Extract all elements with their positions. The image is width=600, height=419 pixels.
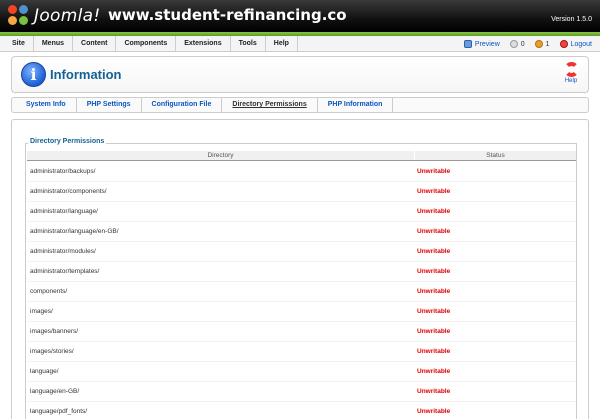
status-cell: Unwritable xyxy=(417,168,451,175)
users-link[interactable]: 1 xyxy=(534,40,550,48)
messages-link[interactable]: 0 xyxy=(509,40,525,48)
directory-cell: administrator/modules/ xyxy=(30,248,96,255)
menu-menus[interactable]: Menus xyxy=(34,36,74,52)
preview-icon xyxy=(463,40,472,48)
menu-extensions[interactable]: Extensions xyxy=(176,36,231,52)
directory-cell: images/banners/ xyxy=(30,328,79,335)
preview-label: Preview xyxy=(474,40,500,48)
tab-php-settings[interactable]: PHP Settings xyxy=(77,98,142,112)
table-row: images/banners/Unwritable xyxy=(27,322,576,342)
logout-icon xyxy=(559,40,568,48)
status-menu: Preview 0 1 Logout xyxy=(454,36,592,52)
table-row: language/Unwritable xyxy=(27,362,576,382)
directory-cell: administrator/components/ xyxy=(30,188,107,195)
table-row: images/Unwritable xyxy=(27,302,576,322)
joomla-logo-icon xyxy=(8,5,30,27)
site-name: www.student-refinancing.co xyxy=(108,6,347,24)
status-cell: Unwritable xyxy=(417,248,451,255)
users-count: 1 xyxy=(545,40,550,48)
information-icon: i xyxy=(21,62,46,87)
directory-cell: administrator/backups/ xyxy=(30,168,96,175)
status-cell: Unwritable xyxy=(417,368,451,375)
menu-content[interactable]: Content xyxy=(73,36,117,52)
tab-system-info[interactable]: System Info xyxy=(16,98,77,112)
tab-directory-permissions[interactable]: Directory Permissions xyxy=(222,98,318,112)
status-cell: Unwritable xyxy=(417,388,451,395)
status-cell: Unwritable xyxy=(417,188,451,195)
logout-label: Logout xyxy=(570,40,592,48)
directory-cell: administrator/language/ xyxy=(30,208,98,215)
lifebuoy-icon xyxy=(563,62,579,77)
status-cell: Unwritable xyxy=(417,228,451,235)
directory-cell: language/ xyxy=(30,368,59,375)
menu-help[interactable]: Help xyxy=(266,36,298,52)
help-label: Help xyxy=(564,78,578,84)
menu-site[interactable]: Site xyxy=(3,36,34,52)
status-cell: Unwritable xyxy=(417,208,451,215)
permissions-table-body: administrator/backups/Unwritable administ… xyxy=(27,162,576,419)
table-row: administrator/backups/Unwritable xyxy=(27,162,576,182)
permissions-legend: Directory Permissions xyxy=(28,138,107,145)
admin-header: Joomla! www.student-refinancing.co Versi… xyxy=(0,0,600,32)
table-row: administrator/language/en-GB/Unwritable xyxy=(27,222,576,242)
logout-link[interactable]: Logout xyxy=(559,40,592,48)
page-title: Information xyxy=(50,67,122,82)
messages-icon xyxy=(509,40,518,48)
status-cell: Unwritable xyxy=(417,308,451,315)
menu-components[interactable]: Components xyxy=(116,36,177,52)
toolbar: i Information Help xyxy=(11,56,589,93)
help-button[interactable]: Help xyxy=(563,62,579,84)
tab-php-information[interactable]: PHP Information xyxy=(318,98,394,112)
info-tabs: System Info PHP Settings Configuration F… xyxy=(11,97,589,113)
column-header-directory: Directory xyxy=(27,151,415,160)
directory-cell: administrator/language/en-GB/ xyxy=(30,228,119,235)
status-cell: Unwritable xyxy=(417,268,451,275)
table-row: components/Unwritable xyxy=(27,282,576,302)
menu-tools[interactable]: Tools xyxy=(231,36,266,52)
preview-link[interactable]: Preview xyxy=(463,40,500,48)
content-area: Directory Permissions Directory Status a… xyxy=(11,119,589,419)
messages-count: 0 xyxy=(520,40,525,48)
users-icon xyxy=(534,40,543,48)
table-row: images/stories/Unwritable xyxy=(27,342,576,362)
table-row: administrator/templates/Unwritable xyxy=(27,262,576,282)
directory-cell: images/stories/ xyxy=(30,348,74,355)
main-menu: Site Menus Content Components Extensions… xyxy=(3,36,298,52)
status-cell: Unwritable xyxy=(417,348,451,355)
table-row: language/en-GB/Unwritable xyxy=(27,382,576,402)
directory-cell: administrator/templates/ xyxy=(30,268,100,275)
status-cell: Unwritable xyxy=(417,288,451,295)
status-cell: Unwritable xyxy=(417,408,451,415)
table-row: administrator/components/Unwritable xyxy=(27,182,576,202)
directory-cell: language/en-GB/ xyxy=(30,388,80,395)
logo-text: Joomla! xyxy=(34,6,101,26)
version-label: Version 1.5.0 xyxy=(551,16,592,23)
tab-configuration-file[interactable]: Configuration File xyxy=(142,98,223,112)
permissions-fieldset: Directory Permissions Directory Status a… xyxy=(25,138,577,419)
column-header-status: Status xyxy=(486,152,505,159)
permissions-table-header: Directory Status xyxy=(27,151,576,161)
status-cell: Unwritable xyxy=(417,328,451,335)
menubar: Site Menus Content Components Extensions… xyxy=(0,36,600,52)
directory-cell: images/ xyxy=(30,308,53,315)
directory-cell: components/ xyxy=(30,288,68,295)
directory-cell: language/pdf_fonts/ xyxy=(30,408,88,415)
table-row: administrator/language/Unwritable xyxy=(27,202,576,222)
table-row: administrator/modules/Unwritable xyxy=(27,242,576,262)
joomla-logo: Joomla! xyxy=(8,3,100,29)
table-row: language/pdf_fonts/Unwritable xyxy=(27,402,576,419)
